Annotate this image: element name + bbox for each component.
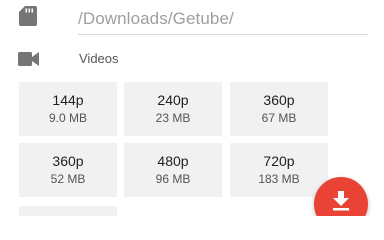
format-resolution: 480p <box>157 153 189 169</box>
format-size: 52 MB <box>50 172 86 186</box>
format-resolution: 360p <box>263 92 295 108</box>
format-option-240p[interactable]: 240p 23 MB <box>124 82 222 136</box>
format-resolution: 144p <box>52 92 84 108</box>
video-camera-icon <box>18 52 39 66</box>
format-size: 9.0 MB <box>48 111 87 125</box>
format-option-360p-67mb[interactable]: 360p 67 MB <box>230 82 328 136</box>
format-size: 96 MB <box>155 172 191 186</box>
format-grid: 144p 9.0 MB 240p 23 MB 360p 67 MB 360p 5… <box>19 82 365 216</box>
format-option-480p[interactable]: 480p 96 MB <box>124 143 222 197</box>
format-size: 183 MB <box>258 172 300 186</box>
format-option-720p[interactable]: 720p 183 MB <box>230 143 328 197</box>
videos-section-title: Videos <box>79 51 119 66</box>
download-path-row[interactable]: /Downloads/Getube/ <box>0 0 384 38</box>
format-option-partial[interactable] <box>19 206 117 216</box>
download-path-text[interactable]: /Downloads/Getube/ <box>78 9 234 29</box>
format-resolution: 240p <box>157 92 189 108</box>
format-size: 67 MB <box>261 111 297 125</box>
sd-card-icon <box>19 6 37 26</box>
format-size: 23 MB <box>155 111 191 125</box>
format-resolution: 360p <box>52 153 84 169</box>
videos-section-header: Videos <box>0 44 384 74</box>
format-option-144p[interactable]: 144p 9.0 MB <box>19 82 117 136</box>
download-options-screen: /Downloads/Getube/ Videos 144p 9.0 MB 24… <box>0 0 384 216</box>
format-option-360p-52mb[interactable]: 360p 52 MB <box>19 143 117 197</box>
path-underline <box>78 34 368 35</box>
download-icon <box>333 191 349 211</box>
format-resolution: 720p <box>263 153 295 169</box>
